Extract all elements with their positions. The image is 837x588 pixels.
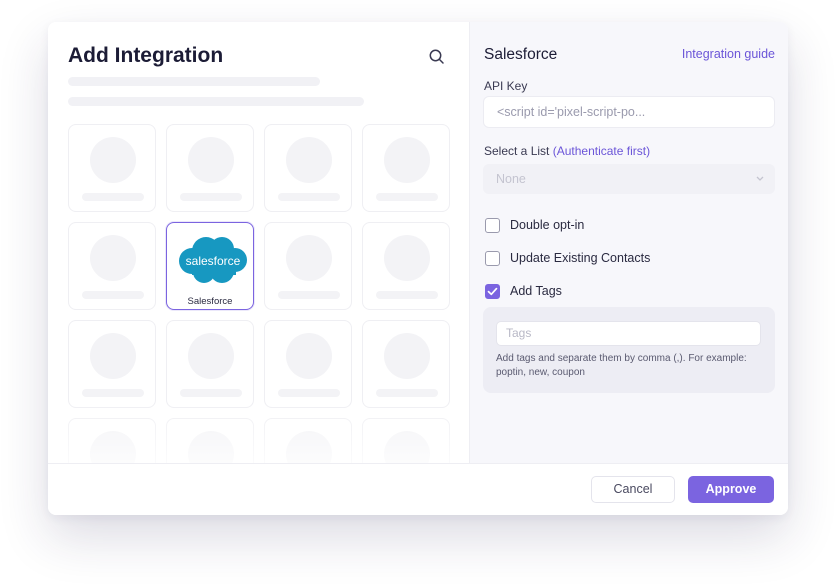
integration-card-placeholder bbox=[166, 320, 254, 408]
double-opt-in-label: Double opt-in bbox=[510, 218, 585, 232]
integration-card-placeholder bbox=[68, 124, 156, 212]
skeleton-line bbox=[68, 77, 320, 86]
placeholder-logo bbox=[286, 137, 332, 183]
integration-title: Salesforce bbox=[484, 46, 558, 63]
integration-card-placeholder bbox=[264, 222, 352, 310]
placeholder-logo bbox=[188, 137, 234, 183]
integration-card-placeholder bbox=[68, 222, 156, 310]
placeholder-label bbox=[376, 389, 438, 397]
approve-button[interactable]: Approve bbox=[688, 476, 774, 503]
placeholder-logo bbox=[188, 333, 234, 379]
fade-overlay bbox=[48, 402, 469, 463]
update-existing-contacts-label: Update Existing Contacts bbox=[510, 251, 651, 265]
integration-card-placeholder bbox=[264, 320, 352, 408]
add-integration-modal: Add Integration salesforce Salesforce Sal… bbox=[48, 22, 788, 515]
double-opt-in-option[interactable]: Double opt-in bbox=[485, 216, 584, 234]
placeholder-label bbox=[376, 291, 438, 299]
placeholder-logo bbox=[384, 333, 430, 379]
update-existing-contacts-checkbox[interactable] bbox=[485, 250, 500, 266]
api-key-input[interactable]: <script id='pixel-script-po... bbox=[483, 96, 775, 128]
placeholder-logo bbox=[286, 333, 332, 379]
placeholder-logo bbox=[286, 235, 332, 281]
tags-input[interactable]: Tags bbox=[496, 321, 761, 346]
integration-card-placeholder bbox=[362, 222, 450, 310]
salesforce-logo-text: salesforce bbox=[186, 254, 241, 268]
tags-help-text: Add tags and separate them by comma (,).… bbox=[496, 353, 747, 378]
placeholder-label bbox=[180, 389, 242, 397]
placeholder-label bbox=[376, 193, 438, 201]
select-list-label-text: Select a List bbox=[484, 144, 550, 158]
placeholder-logo bbox=[90, 333, 136, 379]
placeholder-label bbox=[278, 193, 340, 201]
select-list-label: Select a List (Authenticate first) bbox=[484, 144, 650, 158]
salesforce-logo-icon: salesforce bbox=[176, 235, 248, 290]
integration-card-label: Salesforce bbox=[187, 296, 233, 307]
list-select[interactable]: None bbox=[483, 164, 775, 194]
placeholder-logo bbox=[384, 235, 430, 281]
skeleton-line bbox=[68, 97, 364, 106]
integration-card-placeholder bbox=[166, 124, 254, 212]
integration-picker-panel: Add Integration salesforce Salesforce bbox=[48, 22, 469, 463]
modal-title: Add Integration bbox=[68, 44, 224, 67]
placeholder-label bbox=[278, 291, 340, 299]
chevron-down-icon bbox=[755, 164, 765, 205]
add-tags-label: Add Tags bbox=[510, 284, 562, 298]
add-tags-checkbox[interactable] bbox=[485, 283, 500, 299]
placeholder-label bbox=[82, 193, 144, 201]
integration-card-placeholder bbox=[362, 124, 450, 212]
placeholder-logo bbox=[90, 137, 136, 183]
double-opt-in-checkbox[interactable] bbox=[485, 217, 500, 233]
placeholder-label bbox=[180, 193, 242, 201]
modal-footer: Cancel Approve bbox=[48, 463, 788, 515]
add-tags-option[interactable]: Add Tags bbox=[485, 282, 562, 300]
authenticate-first-note: (Authenticate first) bbox=[552, 144, 651, 158]
integration-guide-link[interactable]: Integration guide bbox=[682, 47, 775, 61]
api-key-label: API Key bbox=[484, 79, 528, 93]
list-select-value: None bbox=[496, 172, 526, 186]
placeholder-label bbox=[278, 389, 340, 397]
placeholder-label bbox=[82, 389, 144, 397]
integration-settings-panel: Salesforce Integration guide API Key <sc… bbox=[469, 22, 788, 463]
integration-card-placeholder bbox=[264, 124, 352, 212]
integration-card-placeholder bbox=[68, 320, 156, 408]
update-existing-contacts-option[interactable]: Update Existing Contacts bbox=[485, 249, 650, 267]
integration-card-salesforce[interactable]: salesforce Salesforce bbox=[166, 222, 254, 310]
search-icon[interactable] bbox=[428, 48, 446, 66]
check-icon bbox=[487, 287, 498, 295]
placeholder-logo bbox=[384, 137, 430, 183]
placeholder-logo bbox=[90, 235, 136, 281]
placeholder-label bbox=[82, 291, 144, 299]
tags-section: Tags Add tags and separate them by comma… bbox=[483, 307, 775, 393]
integration-card-placeholder bbox=[362, 320, 450, 408]
cancel-button[interactable]: Cancel bbox=[591, 476, 675, 503]
